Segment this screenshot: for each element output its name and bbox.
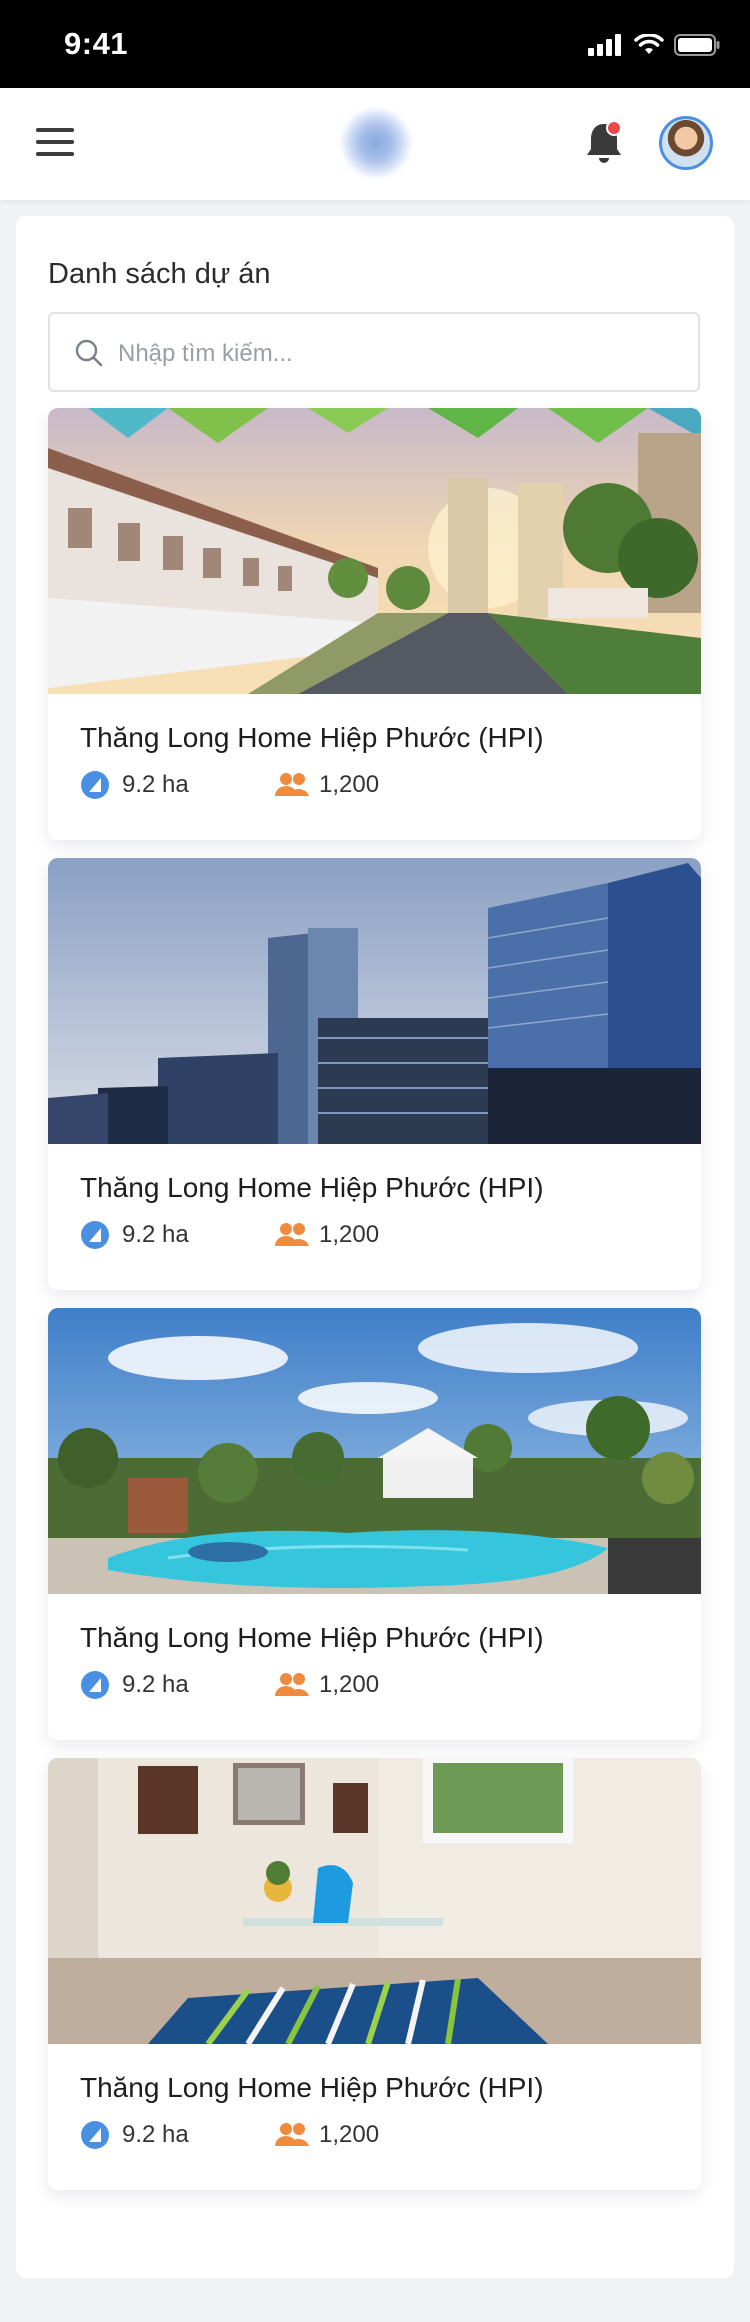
project-name: Thăng Long Home Hiệp Phước (HPI) [80, 2072, 544, 2103]
project-area: 9.2 ha [122, 1221, 189, 1248]
notification-dot [606, 120, 622, 136]
battery-icon [674, 34, 720, 56]
area-icon [81, 2121, 109, 2149]
project-area: 9.2 ha [122, 1671, 189, 1698]
area-icon [81, 1221, 109, 1249]
project-image-villa [48, 408, 701, 694]
project-meta: 9.2 ha 1,200 [80, 1670, 379, 1700]
project-area: 9.2 ha [122, 771, 189, 798]
project-meta: 9.2 ha 1,200 [80, 2120, 379, 2150]
hamburger-menu-icon[interactable] [36, 128, 74, 158]
status-time: 9:41 [64, 26, 129, 61]
bell-icon[interactable] [584, 120, 624, 168]
search-icon [75, 339, 103, 367]
project-name: Thăng Long Home Hiệp Phước (HPI) [80, 722, 544, 753]
project-residents: 1,200 [319, 2121, 380, 2148]
status-bar: 9:41 [0, 0, 750, 88]
project-name: Thăng Long Home Hiệp Phước (HPI) [80, 1172, 544, 1203]
project-residents: 1,200 [319, 771, 380, 798]
people-icon [275, 773, 309, 796]
project-residents: 1,200 [319, 1671, 380, 1698]
app-logo [341, 108, 411, 178]
app-header [0, 88, 750, 200]
area-icon [81, 1671, 109, 1699]
user-avatar[interactable] [659, 116, 713, 170]
project-image-pool [48, 1308, 701, 1594]
wifi-icon [634, 34, 664, 54]
project-card[interactable]: Thăng Long Home Hiệp Phước (HPI) 9.2 ha … [48, 1758, 701, 2190]
system-indicators [588, 32, 720, 58]
people-icon [275, 1223, 309, 1246]
project-meta: 9.2 ha 1,200 [80, 1220, 379, 1250]
project-residents: 1,200 [319, 1221, 380, 1248]
search-input[interactable] [116, 328, 680, 380]
people-icon [275, 2123, 309, 2146]
area-icon [81, 771, 109, 799]
project-meta: 9.2 ha 1,200 [80, 770, 379, 800]
search-box[interactable] [48, 312, 700, 392]
project-image-skyscrapers [48, 858, 701, 1144]
page-title: Danh sách dự án [48, 258, 271, 290]
project-area: 9.2 ha [122, 2121, 189, 2148]
project-card[interactable]: Thăng Long Home Hiệp Phước (HPI) 9.2 ha … [48, 1308, 701, 1740]
people-icon [275, 1673, 309, 1696]
project-card[interactable]: Thăng Long Home Hiệp Phước (HPI) 9.2 ha … [48, 408, 701, 840]
project-image-interior [48, 1758, 701, 2044]
signal-icon [588, 34, 621, 56]
project-name: Thăng Long Home Hiệp Phước (HPI) [80, 1622, 544, 1653]
project-card[interactable]: Thăng Long Home Hiệp Phước (HPI) 9.2 ha … [48, 858, 701, 1290]
